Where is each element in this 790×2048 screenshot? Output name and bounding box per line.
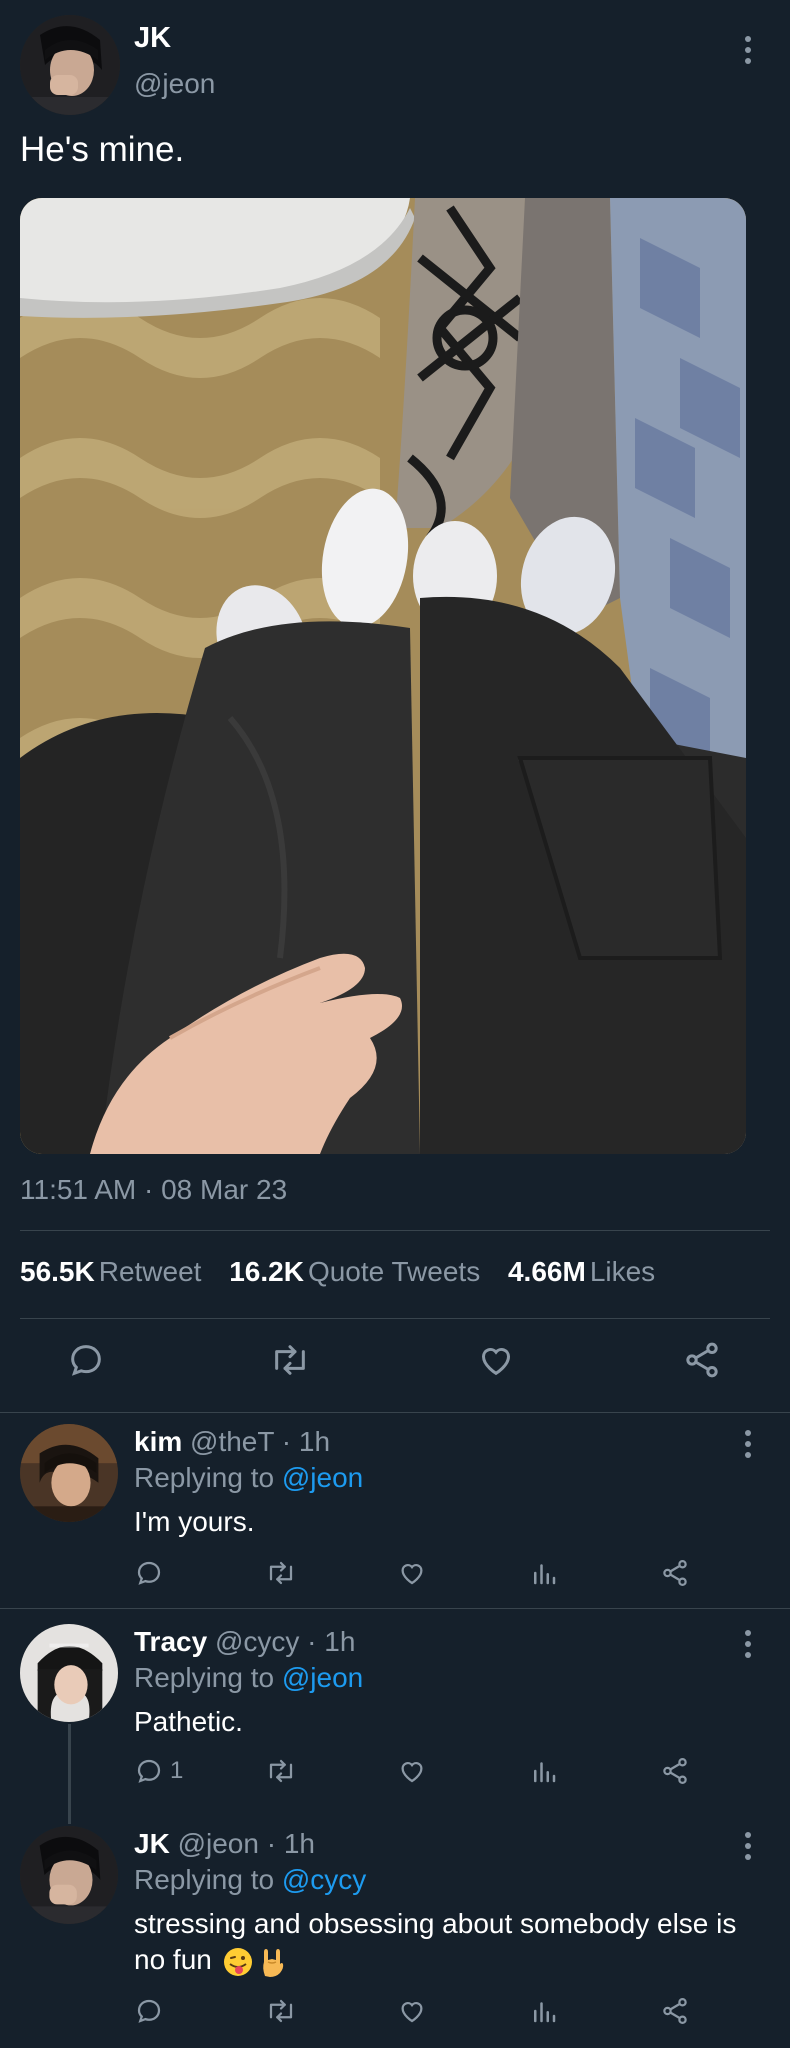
likes-label: Likes xyxy=(589,1256,656,1287)
quote-tweets-count: 16.2K xyxy=(229,1256,304,1287)
reply-header: JK @jeon · 1h xyxy=(134,1828,315,1860)
quote-tweets-stat[interactable]: 16.2K Quote Tweets xyxy=(229,1256,480,1288)
more-vertical-icon[interactable] xyxy=(742,1630,754,1666)
replying-to: Replying to @jeon xyxy=(134,1462,363,1494)
like-icon[interactable] xyxy=(397,1756,427,1786)
reply-actions xyxy=(0,1996,790,2032)
reply-text: Pathetic. xyxy=(134,1706,243,1737)
divider xyxy=(20,1318,770,1319)
reply-time[interactable]: 1h xyxy=(299,1426,330,1457)
analytics-icon[interactable] xyxy=(529,1756,559,1786)
author-handle[interactable]: @jeon xyxy=(134,68,215,100)
share-icon[interactable] xyxy=(660,1558,690,1588)
likes-stat[interactable]: 4.66M Likes xyxy=(508,1256,655,1288)
reply-separator: · xyxy=(307,1626,317,1657)
reply-author-handle[interactable]: @theT xyxy=(190,1426,274,1457)
reply-text-block: stressing and obsessing about somebody e… xyxy=(134,1906,774,1978)
reply-author-name[interactable]: Tracy xyxy=(134,1626,207,1657)
analytics-icon[interactable] xyxy=(529,1558,559,1588)
reply-icon[interactable]: 1 xyxy=(134,1756,183,1786)
reply-time[interactable]: 1h xyxy=(284,1828,315,1859)
avatar-image xyxy=(20,1424,118,1522)
tongue-wink-emoji-icon xyxy=(223,1947,252,1976)
share-icon[interactable] xyxy=(660,1996,690,2026)
reply-icon[interactable] xyxy=(134,1996,170,2026)
likes-count: 4.66M xyxy=(507,1256,586,1287)
more-vertical-icon[interactable] xyxy=(742,1430,754,1466)
divider xyxy=(20,1230,770,1231)
reply-separator: · xyxy=(281,1426,292,1457)
reply-actions: 1 xyxy=(0,1756,790,1792)
reply-actions xyxy=(0,1558,790,1594)
tweet-stats: 56.5K Retweet 16.2K Quote Tweets 4.66M Like… xyxy=(20,1256,675,1288)
like-icon[interactable] xyxy=(476,1340,516,1380)
reply-icon[interactable] xyxy=(134,1558,170,1588)
retweet-stat[interactable]: 56.5K Retweet xyxy=(20,1256,201,1288)
reply-text: I'm yours. xyxy=(134,1506,255,1537)
replying-to-link[interactable]: @jeon xyxy=(282,1662,363,1693)
retweet-label: Retweet xyxy=(98,1256,202,1287)
reply-time[interactable]: 1h xyxy=(324,1626,355,1657)
reply-tweet[interactable]: JK @jeon · 1h Replying to @cycy stressin… xyxy=(0,1810,790,2048)
avatar-image xyxy=(20,1826,118,1924)
replying-to-prefix: Replying to xyxy=(134,1462,275,1493)
retweet-count: 56.5K xyxy=(20,1256,95,1287)
replying-to-link[interactable]: @cycy xyxy=(282,1864,366,1895)
tweet-photo[interactable] xyxy=(20,198,746,1154)
reply-author-handle[interactable]: @jeon xyxy=(178,1828,259,1859)
retweet-icon[interactable] xyxy=(264,1996,298,2026)
replying-to-link[interactable]: @jeon xyxy=(282,1462,363,1493)
replying-to-prefix: Replying to xyxy=(134,1864,275,1895)
main-tweet-actions xyxy=(0,1340,790,1390)
replying-to: Replying to @cycy xyxy=(134,1864,366,1896)
reply-author-name[interactable]: JK xyxy=(134,1828,170,1859)
quote-tweets-label: Quote Tweets xyxy=(307,1256,481,1287)
share-icon[interactable] xyxy=(682,1340,722,1380)
avatar[interactable] xyxy=(20,1624,118,1722)
more-vertical-icon[interactable] xyxy=(742,1832,754,1868)
reply-count: 1 xyxy=(170,1757,184,1784)
rock-on-hand-emoji-icon xyxy=(262,1948,283,1977)
more-vertical-icon[interactable] xyxy=(742,36,754,72)
replying-to-prefix: Replying to xyxy=(134,1662,275,1693)
reply-header: Tracy @cycy · 1h xyxy=(134,1626,355,1658)
retweet-icon[interactable] xyxy=(264,1558,298,1588)
tweet-timestamp[interactable]: 11:51 AM · 08 Mar 23 xyxy=(20,1174,287,1206)
retweet-icon[interactable] xyxy=(264,1756,298,1786)
avatar[interactable] xyxy=(20,1826,118,1924)
reply-header: kim @theT · 1h xyxy=(134,1426,330,1458)
reply-author-name[interactable]: kim xyxy=(134,1426,182,1457)
photo-image xyxy=(20,198,746,1154)
tweet-text: He's mine. xyxy=(20,130,185,169)
like-icon[interactable] xyxy=(397,1558,427,1588)
retweet-icon[interactable] xyxy=(268,1340,312,1380)
analytics-icon[interactable] xyxy=(529,1996,559,2026)
tweet-detail-page: JK @jeon He's mine. 11:51 AM · 08 Mar 23… xyxy=(0,0,790,2048)
avatar-image xyxy=(20,1624,118,1722)
replying-to: Replying to @jeon xyxy=(134,1662,363,1694)
avatar-image xyxy=(20,15,120,115)
reply-tweet[interactable]: kim @theT · 1h Replying to @jeon I'm you… xyxy=(0,1412,790,1608)
avatar[interactable] xyxy=(20,1424,118,1522)
like-icon[interactable] xyxy=(397,1996,427,2026)
share-icon[interactable] xyxy=(660,1756,690,1786)
reply-author-handle[interactable]: @cycy xyxy=(215,1626,299,1657)
reply-icon[interactable] xyxy=(66,1340,106,1380)
reply-tweet[interactable]: Tracy @cycy · 1h Replying to @jeon Pathe… xyxy=(0,1608,790,1820)
author-name[interactable]: JK xyxy=(134,22,171,55)
reply-separator: · xyxy=(266,1828,277,1859)
avatar[interactable] xyxy=(20,15,120,115)
